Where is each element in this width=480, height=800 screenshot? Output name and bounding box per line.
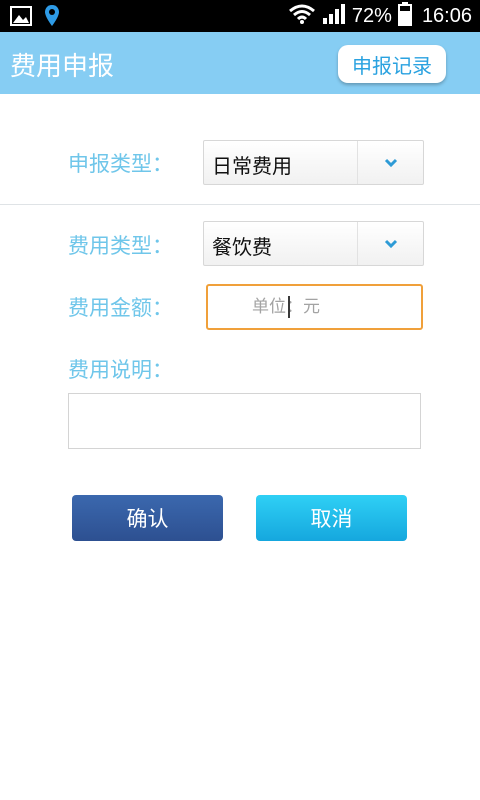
expense-type-chevron[interactable] [357, 222, 423, 265]
gallery-icon [10, 6, 32, 30]
description-label: 费用说明： [68, 358, 173, 382]
description-textarea[interactable] [68, 393, 421, 449]
status-bar: 72% 16:06 [0, 0, 480, 32]
expense-type-value: 餐饮费 [212, 235, 272, 259]
location-pin-icon [44, 4, 60, 32]
app-bar: 费用申报 申报记录 [0, 32, 480, 94]
page-title: 费用申报 [10, 52, 115, 82]
battery-percent: 72% [351, 4, 392, 27]
amount-input[interactable] [206, 284, 423, 330]
expense-type-dropdown[interactable]: 餐饮费 [203, 221, 424, 266]
chevron-down-icon [384, 239, 397, 248]
records-button[interactable]: 申报记录 [338, 45, 446, 83]
report-type-chevron[interactable] [357, 141, 423, 184]
text-cursor [288, 296, 290, 318]
report-type-value: 日常费用 [212, 154, 292, 178]
expense-type-label: 费用类型： [68, 234, 173, 258]
confirm-button[interactable]: 确认 [72, 495, 223, 541]
amount-label: 费用金额： [68, 296, 173, 320]
battery-icon [397, 2, 412, 30]
report-type-dropdown[interactable]: 日常费用 [203, 140, 424, 185]
signal-icon [322, 3, 346, 29]
wifi-icon [288, 3, 316, 29]
clock: 16:06 [421, 4, 472, 27]
chevron-down-icon [384, 158, 397, 167]
report-type-label: 申报类型： [68, 152, 173, 176]
cancel-button[interactable]: 取消 [256, 495, 407, 541]
